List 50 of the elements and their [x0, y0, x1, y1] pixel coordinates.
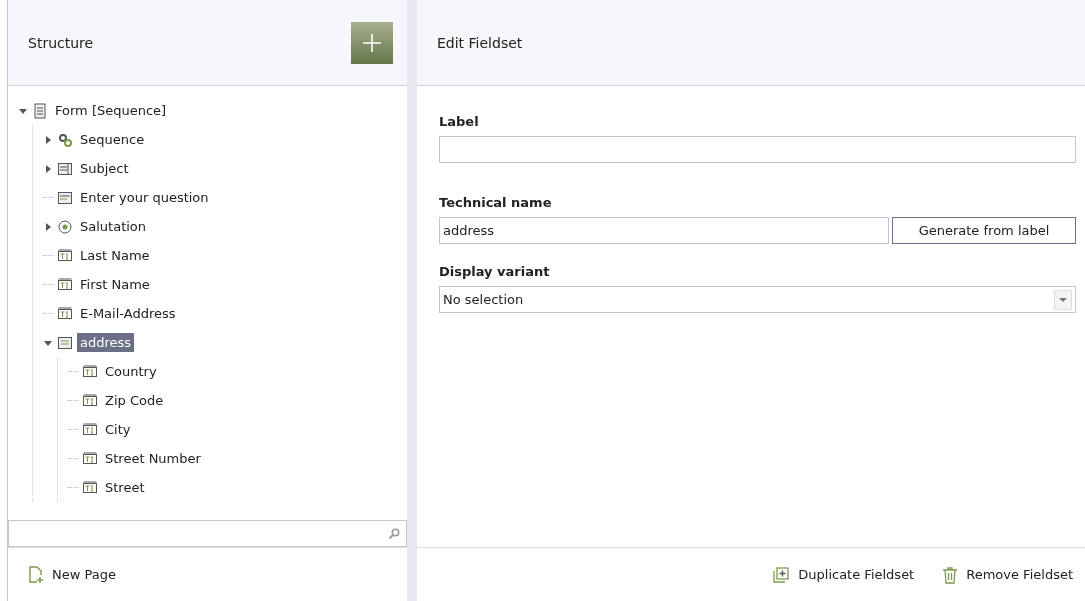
tree-item[interactable]: Street Number — [102, 449, 204, 468]
search-icon — [388, 527, 400, 540]
fieldset-icon — [57, 334, 73, 351]
field-label: Technical name — [439, 195, 553, 210]
input-field[interactable] — [439, 136, 1076, 163]
tree-item[interactable]: Country — [102, 362, 160, 381]
tree-item[interactable]: Subject — [77, 159, 132, 178]
tree-item[interactable]: E-Mail-Address — [77, 304, 179, 323]
tree-item[interactable]: Enter your question — [77, 188, 212, 207]
radio-icon — [57, 218, 73, 235]
collapsed-arrow-icon[interactable] — [43, 221, 53, 232]
collapsed-arrow-icon[interactable] — [43, 163, 53, 174]
panel-title: Edit Fieldset — [437, 34, 523, 51]
dropdown[interactable]: No selection — [439, 286, 1076, 313]
list-box-icon — [57, 160, 73, 177]
tree-item[interactable]: Street — [102, 478, 148, 497]
tree-item[interactable]: address — [77, 333, 135, 352]
text-field-icon — [82, 421, 98, 438]
tree-item[interactable]: Sequence — [77, 130, 148, 149]
tree-item[interactable]: Form [Sequence] — [52, 101, 170, 120]
remove-button[interactable]: Remove Fieldset — [942, 565, 1073, 584]
collapsed-arrow-icon[interactable] — [43, 134, 53, 145]
new-page-icon — [28, 565, 44, 584]
duplicate-icon — [772, 565, 791, 584]
generate-button[interactable]: Generate from label — [892, 217, 1076, 244]
tree-item[interactable]: First Name — [77, 275, 153, 294]
gears-icon — [57, 131, 73, 148]
field-label: Display variant — [439, 264, 551, 279]
document-icon — [32, 102, 48, 119]
text-field-icon — [57, 305, 73, 322]
text-field-icon — [82, 363, 98, 380]
panel-title: Structure — [28, 34, 94, 51]
text-field-icon — [82, 392, 98, 409]
tree-item[interactable]: Salutation — [77, 217, 150, 236]
duplicate-button[interactable]: Duplicate Fieldset — [772, 565, 915, 584]
new-page-button[interactable]: New Page — [28, 565, 116, 584]
search-field[interactable] — [8, 520, 407, 547]
add-button[interactable] — [351, 21, 393, 64]
tree-item[interactable]: Last Name — [77, 246, 153, 265]
text-field-icon — [57, 276, 73, 293]
trash-icon — [942, 565, 959, 584]
text-area-icon — [57, 189, 73, 206]
text-field-icon — [82, 450, 98, 467]
tree-item[interactable]: City — [102, 420, 134, 439]
tree-item[interactable]: Zip Code — [102, 391, 167, 410]
text-field-icon — [82, 479, 98, 496]
plus-icon — [362, 32, 382, 53]
input-field[interactable]: address — [439, 217, 889, 244]
field-label: Label — [439, 114, 480, 129]
text-field-icon — [57, 247, 73, 264]
